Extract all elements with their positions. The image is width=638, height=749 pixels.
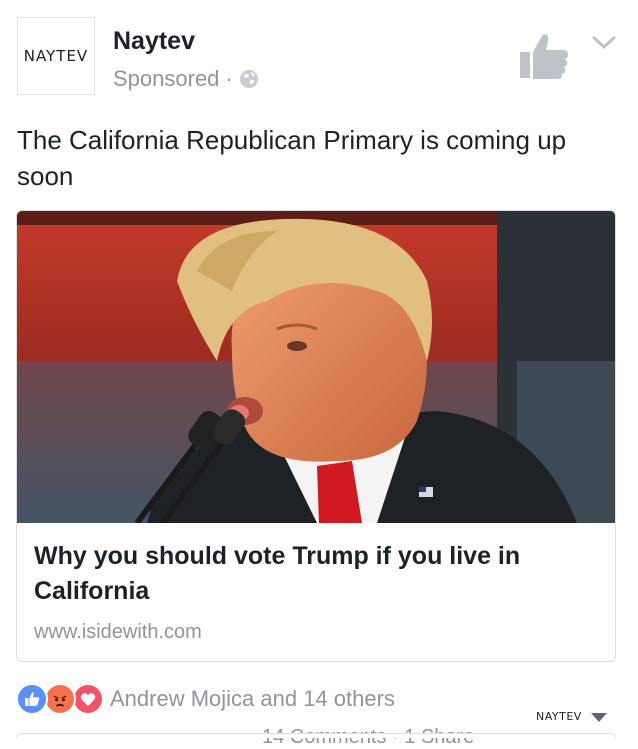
sponsored-label[interactable]: Sponsored xyxy=(113,66,219,92)
page-logo[interactable]: NAYTEV xyxy=(17,17,95,95)
chevron-down-icon xyxy=(591,35,617,50)
link-title[interactable]: Why you should vote Trump if you live in… xyxy=(34,539,599,609)
like-page-button[interactable] xyxy=(518,32,570,80)
thumbs-up-icon xyxy=(520,34,568,79)
post-options-button[interactable] xyxy=(590,34,618,52)
separator-dot: · xyxy=(225,66,233,91)
link-url: www.isidewith.com xyxy=(34,621,202,643)
next-post-edge xyxy=(16,733,616,738)
love-icon xyxy=(72,683,104,715)
page-name[interactable]: Naytev xyxy=(113,27,195,56)
globe-icon[interactable] xyxy=(239,69,259,89)
link-preview-image[interactable] xyxy=(17,211,615,523)
like-icon xyxy=(16,683,48,715)
sponsored-row: Sponsored · xyxy=(113,66,259,92)
angry-icon xyxy=(44,683,76,715)
reactions-summary[interactable]: Andrew Mojica and 14 others xyxy=(16,682,395,716)
caret-down-icon[interactable] xyxy=(591,713,607,722)
link-preview-card[interactable]: Why you should vote Trump if you live in… xyxy=(16,210,616,662)
page-logo-text: NAYTEV xyxy=(23,47,89,65)
brand-watermark: NAYTEV xyxy=(536,710,582,723)
reactions-text[interactable]: Andrew Mojica and 14 others xyxy=(110,686,395,712)
post-body-text: The California Republican Primary is com… xyxy=(17,125,567,191)
